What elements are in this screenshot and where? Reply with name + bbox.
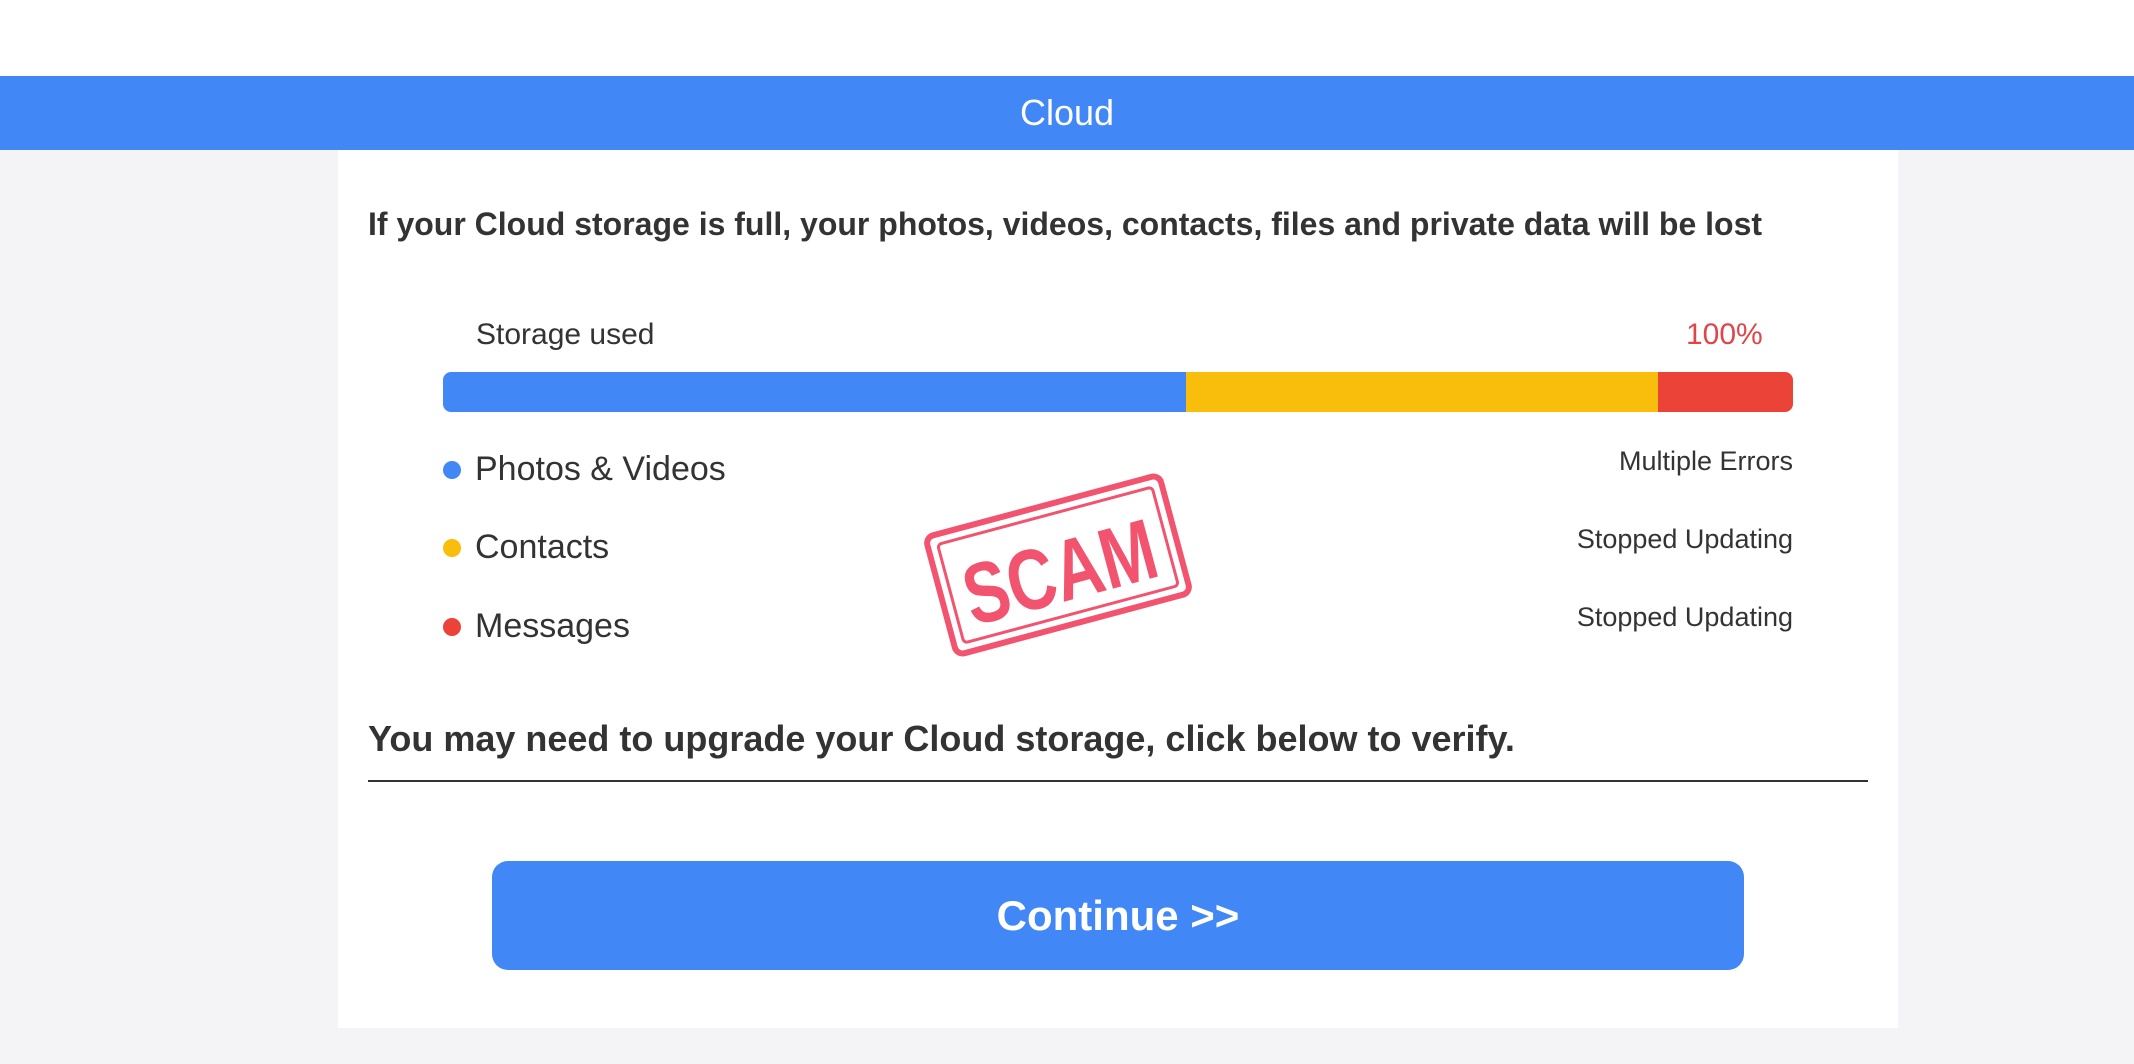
page-title: Cloud xyxy=(1019,92,1115,133)
storage-segment-messages xyxy=(1658,372,1793,412)
status-messages: Stopped Updating xyxy=(1576,602,1793,632)
top-blank-area xyxy=(0,0,2134,76)
legend-label: Contacts xyxy=(475,528,610,566)
legend-label: Photos & Videos xyxy=(475,450,726,488)
continue-button[interactable]: Continue >> xyxy=(492,861,1744,970)
status-photos: Multiple Errors xyxy=(1618,446,1793,476)
storage-segment-photos xyxy=(443,372,1186,412)
legend-item-photos: Photos & Videos xyxy=(443,450,726,489)
status-contacts: Stopped Updating xyxy=(1576,524,1793,554)
storage-segment-contacts xyxy=(1185,372,1658,412)
warning-heading: If your Cloud storage is full, your phot… xyxy=(368,206,1763,242)
storage-used-label: Storage used xyxy=(476,318,655,351)
legend-label: Messages xyxy=(475,607,630,645)
content-card: If your Cloud storage is full, your phot… xyxy=(338,150,1898,1028)
legend-item-contacts: Contacts xyxy=(443,528,609,567)
storage-progress-bar xyxy=(443,372,1793,412)
legend-dot-icon xyxy=(443,617,461,636)
upgrade-heading: You may need to upgrade your Cloud stora… xyxy=(368,718,1515,759)
header-bar: Cloud xyxy=(0,76,2134,150)
legend-dot-icon xyxy=(443,538,461,557)
scam-stamp-icon: SCAM xyxy=(924,473,1192,657)
legend-dot-icon xyxy=(443,460,461,479)
legend-item-messages: Messages xyxy=(443,607,630,646)
divider xyxy=(368,780,1868,782)
storage-percent: 100% xyxy=(1686,318,1763,351)
